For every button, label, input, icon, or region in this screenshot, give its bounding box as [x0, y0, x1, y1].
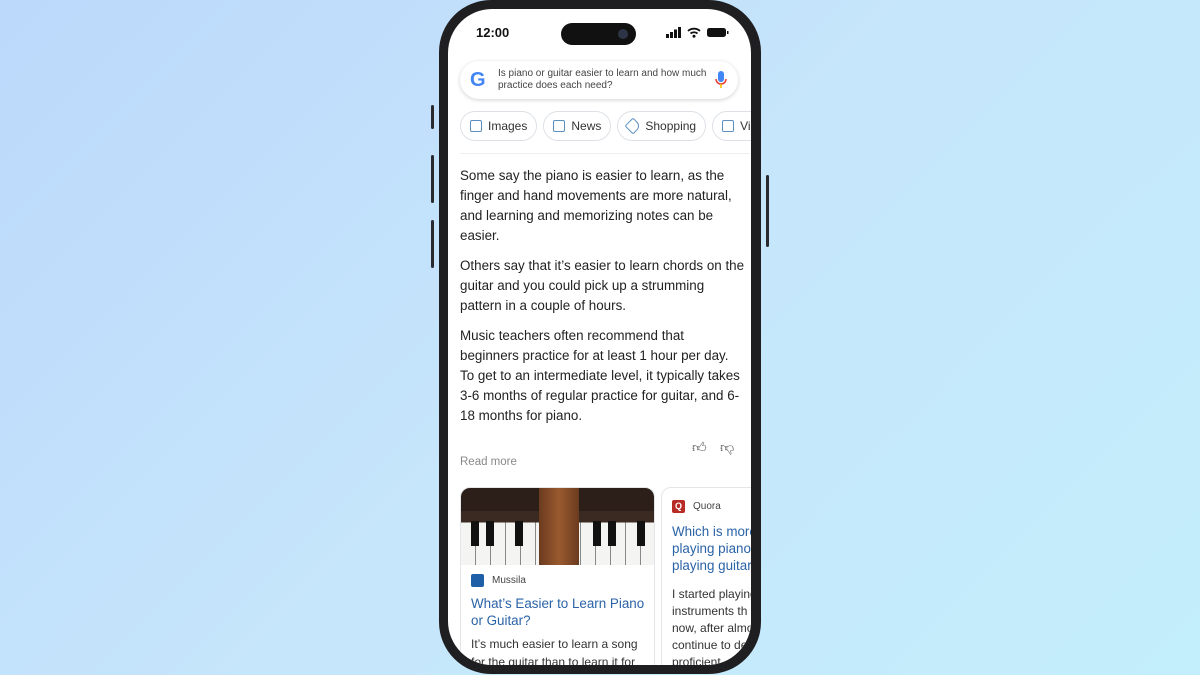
status-time: 12:00: [476, 25, 510, 40]
thumbs-up-icon[interactable]: 👍︎: [692, 439, 707, 456]
filter-chips: Images News Shopping Videos: [460, 111, 751, 141]
card-title[interactable]: Which is more playing piano playing guitar: [662, 513, 751, 574]
tag-icon: [624, 117, 642, 135]
card-title[interactable]: What’s Easier to Learn Piano or Guitar?: [461, 587, 654, 629]
source-card[interactable]: Q Quora Which is more playing piano playing…: [661, 487, 751, 665]
divider: [460, 153, 750, 154]
answer-paragraph: Others say that it’s easier to learn cho…: [460, 258, 745, 313]
microphone-icon[interactable]: [714, 70, 728, 90]
read-more-link[interactable]: Read more: [460, 456, 517, 468]
chip-label: Images: [488, 119, 528, 133]
power-button: [766, 175, 769, 247]
image-icon: [470, 120, 482, 132]
google-logo-icon: G: [470, 68, 486, 91]
camera-icon: [618, 29, 628, 39]
chip-label: Videos: [740, 119, 751, 133]
thumbs-down-icon[interactable]: 👎︎: [720, 439, 734, 456]
piano-guitar-image: [461, 488, 654, 565]
answer-paragraph: Some say the piano is easier to learn, a…: [460, 168, 732, 243]
phone-screen: 12:00 G Is piano or guitar easier to lea…: [448, 9, 751, 665]
card-snippet: It’s much easier to learn a song for the …: [471, 637, 638, 665]
source-name: Mussila: [492, 575, 526, 586]
chip-label: News: [571, 119, 602, 133]
chip-videos[interactable]: Videos: [712, 111, 751, 141]
chip-news[interactable]: News: [543, 111, 612, 141]
news-icon: [553, 120, 566, 132]
search-query[interactable]: Is piano or guitar easier to learn and h…: [498, 68, 714, 92]
status-bar: 12:00: [448, 23, 751, 45]
volume-up-button: [431, 155, 434, 203]
chip-shopping[interactable]: Shopping: [617, 111, 707, 141]
quora-logo-icon: Q: [672, 500, 685, 513]
source-card[interactable]: Mussila What’s Easier to Learn Piano or G…: [460, 487, 655, 665]
chip-label: Shopping: [645, 119, 697, 133]
phone-frame: 12:00 G Is piano or guitar easier to lea…: [439, 0, 761, 674]
signal-icon: [666, 27, 681, 38]
mussila-logo-icon: [471, 574, 484, 587]
action-button: [431, 105, 434, 129]
ai-answer: Some say the piano is easier to learn, a…: [460, 166, 745, 436]
source-name: Quora: [693, 501, 721, 512]
answer-paragraph: Music teachers often recommend that begi…: [460, 328, 740, 423]
wifi-icon: [687, 27, 701, 38]
dynamic-island: [561, 23, 636, 45]
chip-images[interactable]: Images: [460, 111, 538, 141]
volume-down-button: [431, 220, 434, 268]
play-icon: [722, 120, 735, 132]
card-snippet: I started playing instruments th now, afte…: [672, 587, 751, 665]
search-bar[interactable]: G Is piano or guitar easier to learn and…: [460, 61, 738, 99]
battery-icon: [707, 28, 729, 37]
